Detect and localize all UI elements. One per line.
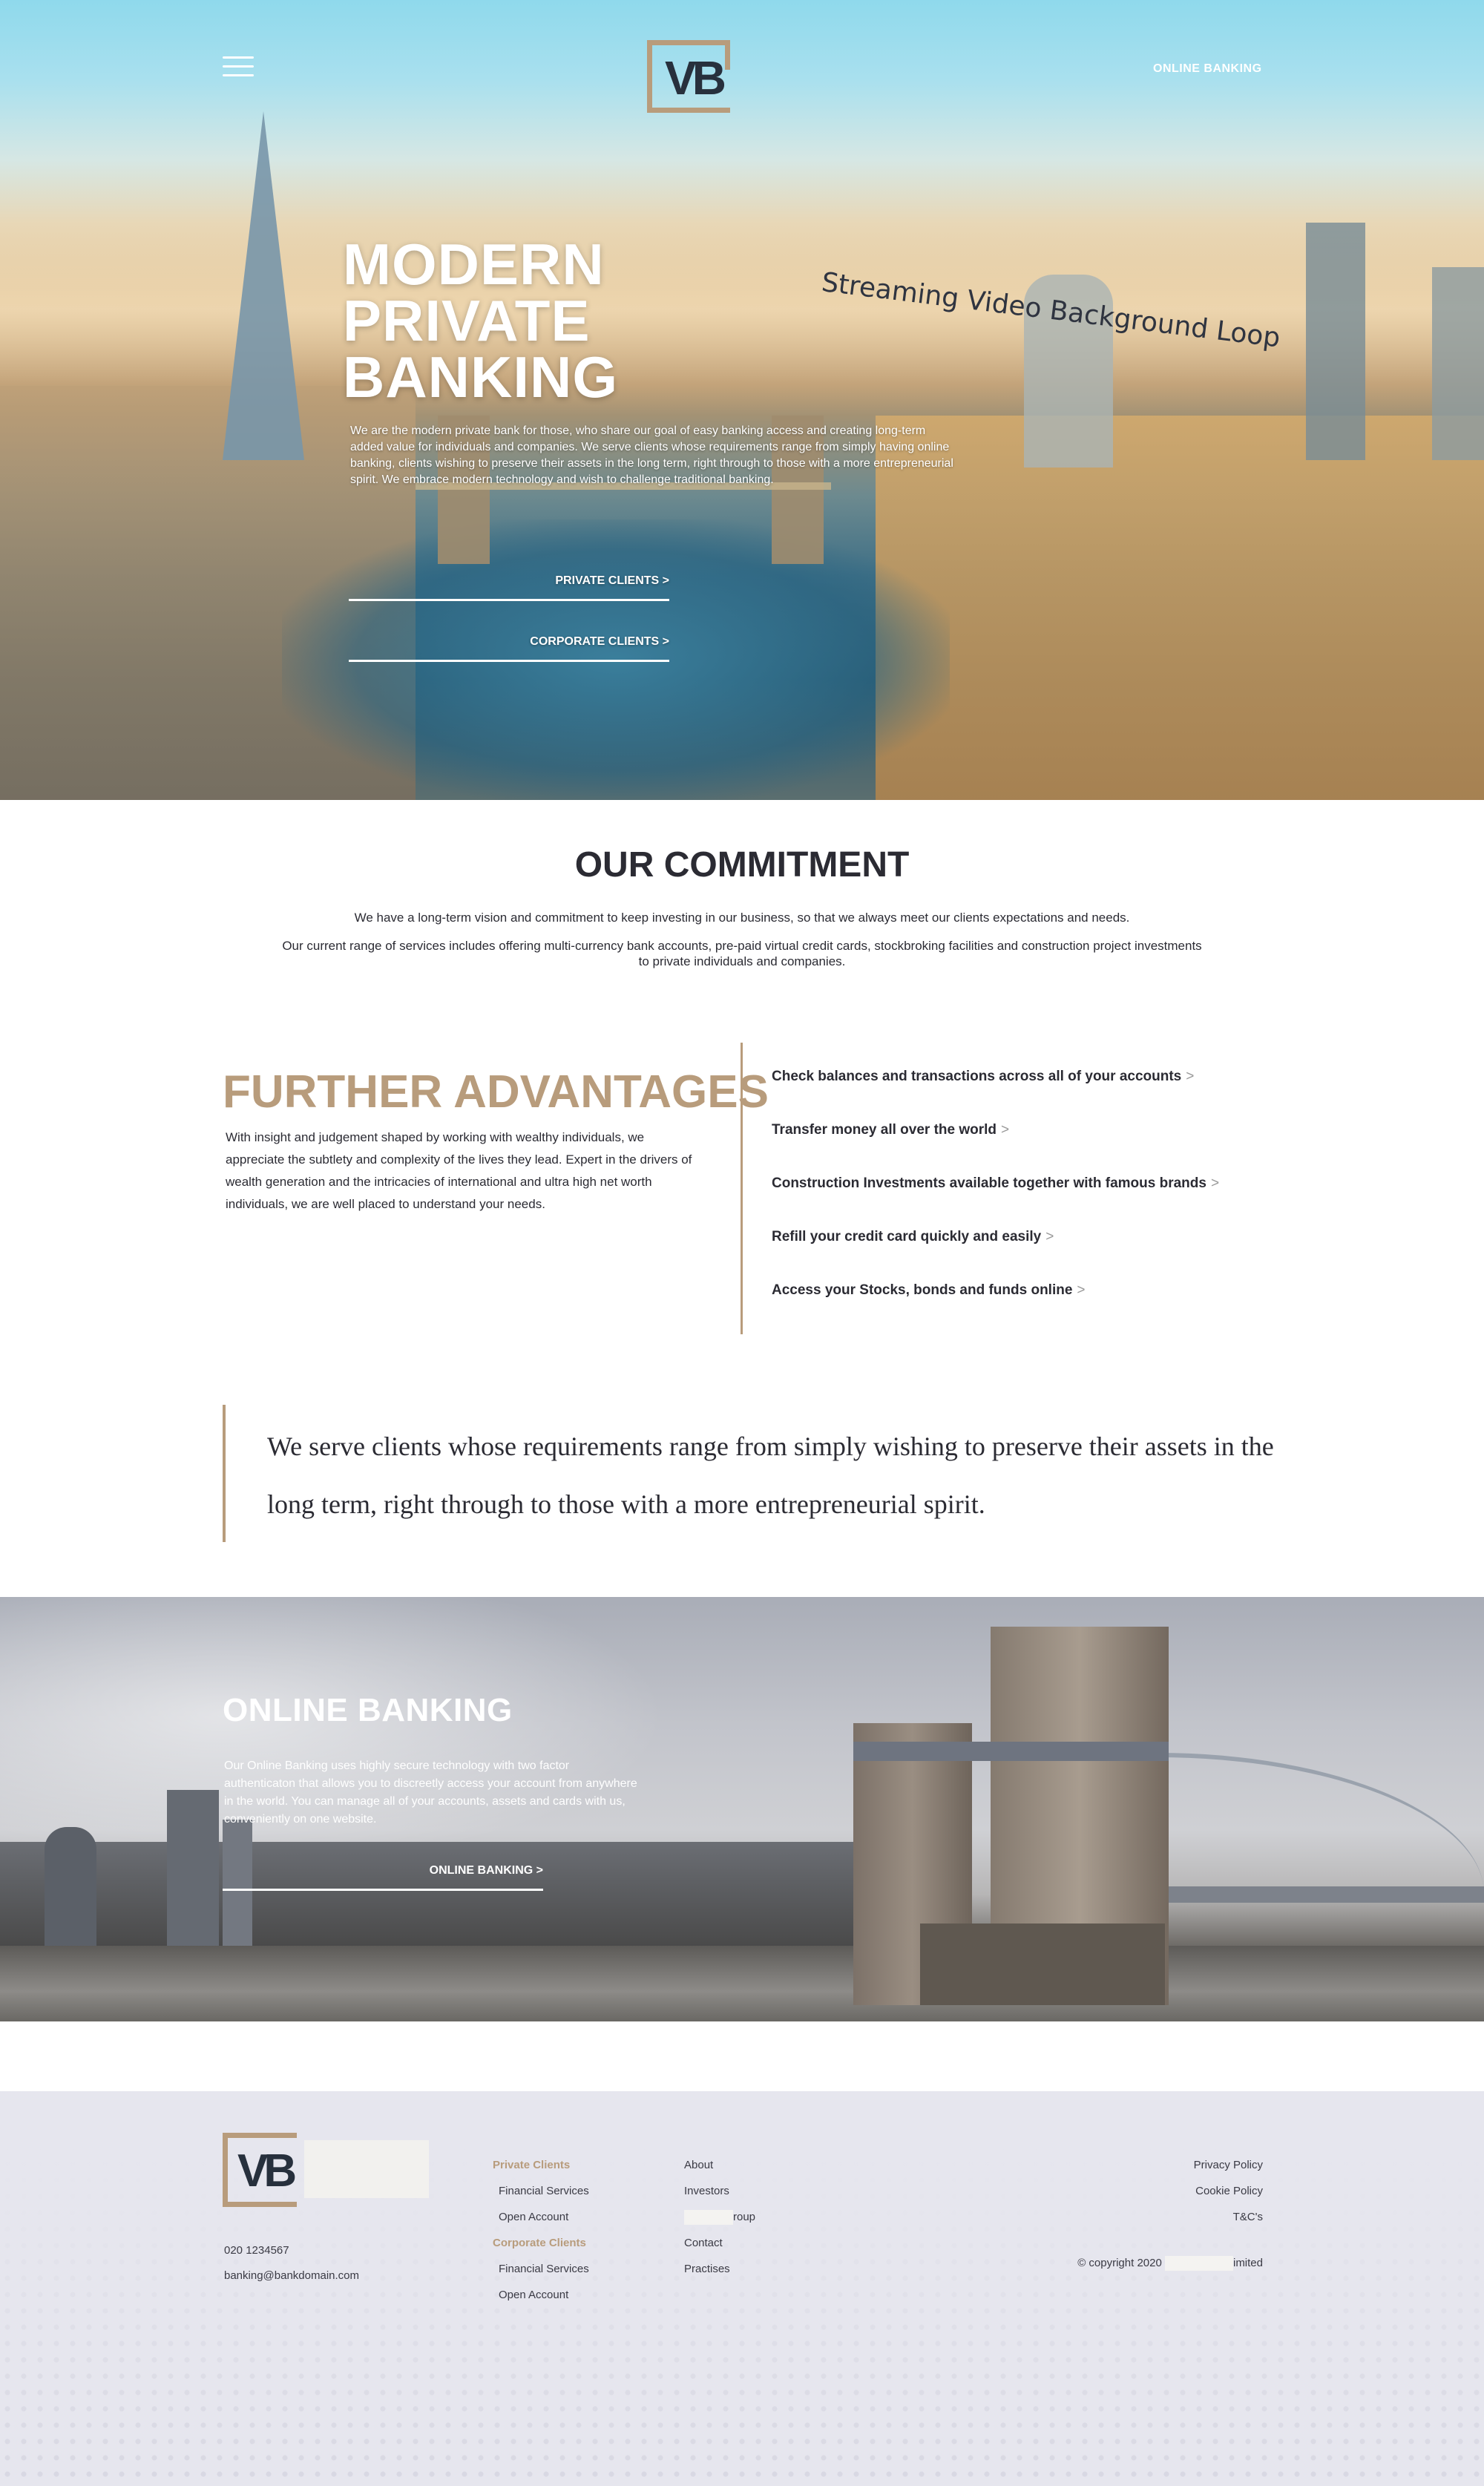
footer-link-investors[interactable]: Investors bbox=[684, 2178, 755, 2204]
footer-copyright: © copyright 2020 imited bbox=[1040, 2256, 1263, 2271]
footer-phone[interactable]: 020 1234567 bbox=[224, 2244, 289, 2257]
advantages-divider bbox=[741, 1043, 743, 1334]
online-banking-button[interactable]: ONLINE BANKING > bbox=[223, 1861, 543, 1891]
copyright-suffix: imited bbox=[1232, 2256, 1263, 2269]
hero-intro-text: We are the modern private bank for those… bbox=[350, 424, 953, 486]
logo-frame-piece bbox=[709, 108, 730, 113]
hamburger-menu-icon[interactable] bbox=[223, 56, 254, 77]
hero-background-buildings-right bbox=[876, 416, 1484, 800]
footer-link-group-label: roup bbox=[733, 2211, 756, 2223]
footer-link[interactable]: Financial Services bbox=[493, 2178, 589, 2204]
quote-text: We serve clients whose requirements rang… bbox=[267, 1431, 1274, 1519]
hero-background-tower bbox=[1432, 267, 1484, 460]
commitment-paragraph: Our current range of services includes o… bbox=[282, 939, 1202, 968]
online-banking-title: ONLINE BANKING bbox=[223, 1692, 513, 1728]
commitment-title: OUR COMMITMENT bbox=[574, 845, 910, 885]
logo-letters: VB bbox=[237, 2145, 297, 2197]
footer-link[interactable]: Open Account bbox=[493, 2204, 589, 2230]
online-banking-section bbox=[0, 1597, 1484, 2021]
advantage-link[interactable]: Transfer money all over the world > bbox=[772, 1122, 1219, 1175]
advantage-label: Access your Stocks, bonds and funds onli… bbox=[772, 1282, 1073, 1298]
logo-letters: VB bbox=[665, 51, 726, 105]
quote-accent-bar bbox=[223, 1405, 226, 1542]
chevron-right-icon: > bbox=[1045, 1229, 1054, 1244]
ob-background-skyline bbox=[0, 1842, 853, 1946]
redacted-text bbox=[1164, 2256, 1233, 2271]
hero-title-line: PRIVATE bbox=[343, 288, 591, 353]
chevron-right-icon: > bbox=[1210, 1175, 1220, 1191]
hero-background-tower bbox=[1306, 223, 1365, 460]
footer-link[interactable]: Financial Services bbox=[493, 2256, 589, 2282]
logo-frame-piece bbox=[286, 2133, 297, 2138]
ob-background-bridge-deck bbox=[1158, 1886, 1484, 1903]
footer-link-group[interactable]: roup bbox=[684, 2204, 755, 2230]
footer-link[interactable]: Open Account bbox=[493, 2282, 589, 2308]
advantages-list: Check balances and transactions across a… bbox=[772, 1069, 1219, 1336]
ob-background-bridge-cable bbox=[1158, 1753, 1484, 1894]
footer-link-cookie-policy[interactable]: Cookie Policy bbox=[1040, 2178, 1263, 2204]
logo-frame-piece bbox=[286, 2202, 297, 2207]
redacted-text bbox=[684, 2210, 733, 2226]
footer-corporate-clients-heading[interactable]: Corporate Clients bbox=[493, 2230, 589, 2256]
advantages-text: With insight and judgement shaped by wor… bbox=[226, 1130, 692, 1211]
hero-title-line: BANKING bbox=[343, 344, 618, 410]
footer-clients-column: Private Clients Financial Services Open … bbox=[493, 2152, 589, 2308]
hero-title: MODERN PRIVATE BANKING bbox=[343, 232, 618, 410]
corporate-clients-button[interactable]: CORPORATE CLIENTS > bbox=[349, 625, 669, 662]
footer-logo[interactable]: VB bbox=[223, 2133, 297, 2207]
advantages-title: FURTHER ADVANTAGES bbox=[223, 1066, 769, 1118]
advantage-label: Check balances and transactions across a… bbox=[772, 1069, 1182, 1084]
hero-section bbox=[0, 0, 1484, 800]
header-online-banking-link[interactable]: ONLINE BANKING bbox=[1153, 62, 1262, 76]
hero-title-line: MODERN bbox=[343, 232, 605, 297]
advantage-link[interactable]: Construction Investments available toget… bbox=[772, 1175, 1219, 1229]
chevron-right-icon: > bbox=[1077, 1282, 1086, 1298]
footer-link-privacy-policy[interactable]: Privacy Policy bbox=[1040, 2152, 1263, 2178]
hero-background-shard bbox=[223, 111, 304, 460]
advantage-label: Transfer money all over the world bbox=[772, 1122, 997, 1138]
online-banking-text: Our Online Banking uses highly secure te… bbox=[224, 1759, 637, 1826]
commitment-paragraph: We have a long-term vision and commitmen… bbox=[354, 911, 1130, 925]
advantage-label: Refill your credit card quickly and easi… bbox=[772, 1229, 1042, 1244]
chevron-right-icon: > bbox=[1186, 1069, 1195, 1084]
footer-company-column: About Investors roup Contact Practises bbox=[684, 2152, 755, 2282]
advantage-link[interactable]: Check balances and transactions across a… bbox=[772, 1069, 1219, 1122]
advantage-label: Construction Investments available toget… bbox=[772, 1175, 1206, 1191]
private-clients-button[interactable]: PRIVATE CLIENTS > bbox=[349, 564, 669, 601]
ob-background-building bbox=[167, 1790, 219, 1946]
footer-private-clients-heading[interactable]: Private Clients bbox=[493, 2152, 589, 2178]
hero-background-bridge bbox=[416, 482, 831, 557]
ob-background-building bbox=[45, 1827, 96, 1946]
footer-legal-column: Privacy Policy Cookie Policy T&C's bbox=[1040, 2152, 1263, 2230]
advantage-link[interactable]: Access your Stocks, bonds and funds onli… bbox=[772, 1282, 1219, 1336]
footer-link-practises[interactable]: Practises bbox=[684, 2256, 755, 2282]
advantage-link[interactable]: Refill your credit card quickly and easi… bbox=[772, 1229, 1219, 1282]
footer-link-contact[interactable]: Contact bbox=[684, 2230, 755, 2256]
ob-background-water bbox=[0, 1946, 1484, 2021]
copyright-prefix: © copyright 2020 bbox=[1077, 2256, 1162, 2269]
footer-link-terms[interactable]: T&C's bbox=[1040, 2204, 1263, 2230]
logo-frame-piece bbox=[725, 40, 730, 70]
footer-logo-redacted-area bbox=[304, 2140, 429, 2198]
ob-background-bridge-base bbox=[920, 1923, 1165, 2005]
footer-link-about[interactable]: About bbox=[684, 2152, 755, 2178]
chevron-right-icon: > bbox=[1001, 1122, 1010, 1138]
site-logo[interactable]: VB bbox=[647, 40, 730, 113]
ob-background-bridge-walkway bbox=[853, 1742, 1169, 1761]
footer-email[interactable]: banking@bankdomain.com bbox=[224, 2269, 359, 2282]
